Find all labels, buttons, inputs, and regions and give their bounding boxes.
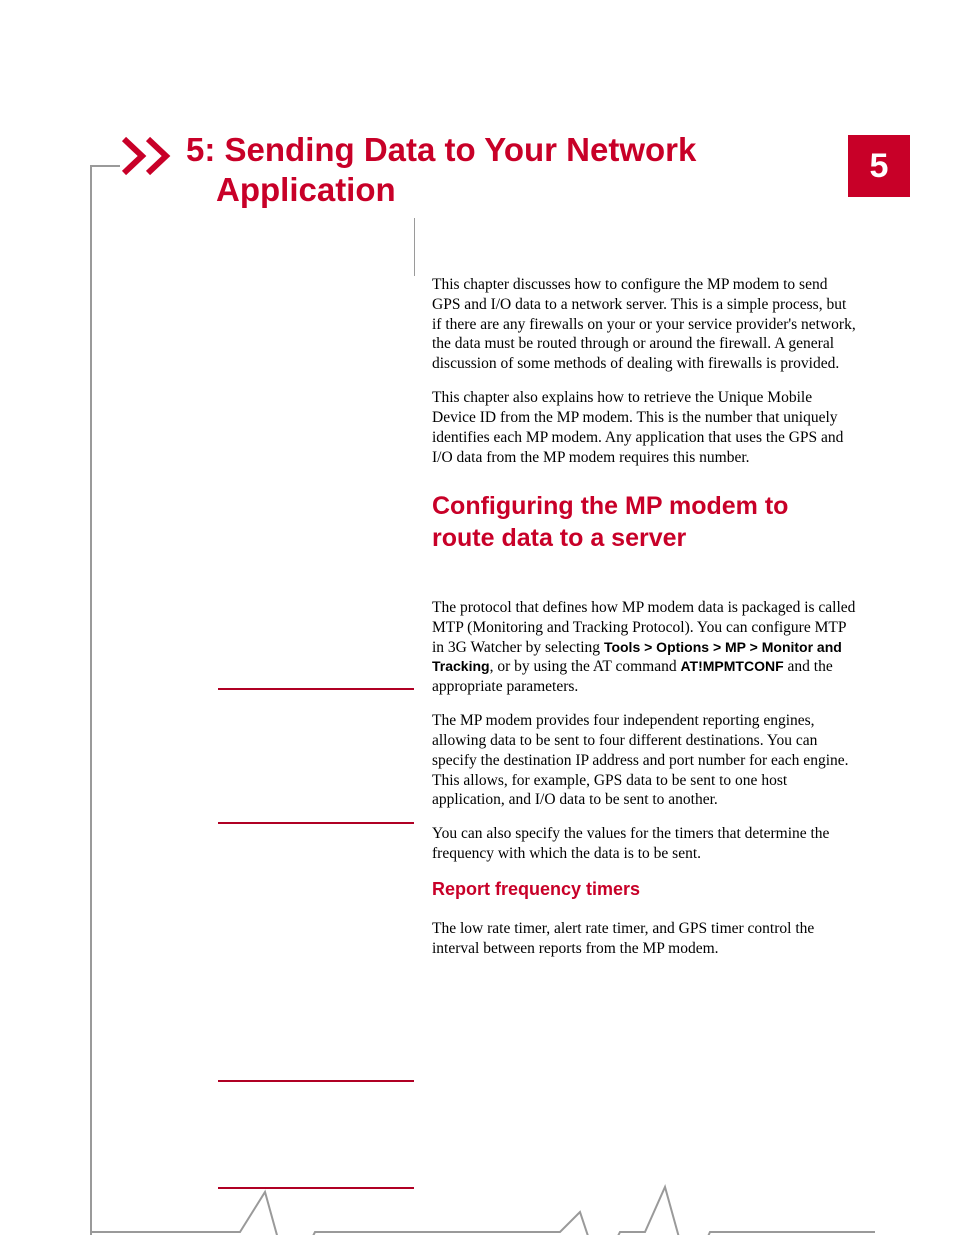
margin-blank-line	[218, 822, 414, 824]
header-rule-left	[90, 165, 120, 167]
subsection-heading-timers: Report frequency timers	[432, 878, 856, 901]
vertical-rule-mid	[414, 218, 415, 276]
section-heading-configuring: Configuring the MP modem to route data t…	[432, 491, 856, 554]
text-run: , or by using the AT command	[490, 658, 681, 675]
chapter-tab: 5	[848, 135, 910, 197]
section2-paragraph-1: The low rate timer, alert rate timer, an…	[432, 919, 856, 959]
page-root: 5 5: Sending Data to Your Network Applic…	[0, 0, 954, 1235]
footer-waveform-icon	[90, 1172, 875, 1235]
at-command-text: AT!MPMTCONF	[680, 658, 783, 674]
chapter-title: 5: Sending Data to Your Network Applicat…	[186, 130, 836, 209]
vertical-rule-left	[90, 165, 92, 1235]
margin-blank-line	[218, 688, 414, 690]
margin-blank-line	[218, 1080, 414, 1082]
chapter-title-line1: 5: Sending Data to Your Network	[186, 130, 836, 170]
chapter-title-line2: Application	[186, 170, 836, 210]
content-column: This chapter discusses how to configure …	[432, 275, 856, 973]
intro-paragraph-1: This chapter discusses how to configure …	[432, 275, 856, 374]
section1-paragraph-1: The protocol that defines how MP modem d…	[432, 598, 856, 697]
chapter-tab-number: 5	[870, 147, 889, 186]
double-chevron-icon	[120, 135, 182, 177]
section1-paragraph-2: The MP modem provides four independent r…	[432, 711, 856, 810]
section1-paragraph-3: You can also specify the values for the …	[432, 824, 856, 864]
intro-paragraph-2: This chapter also explains how to retrie…	[432, 388, 856, 467]
